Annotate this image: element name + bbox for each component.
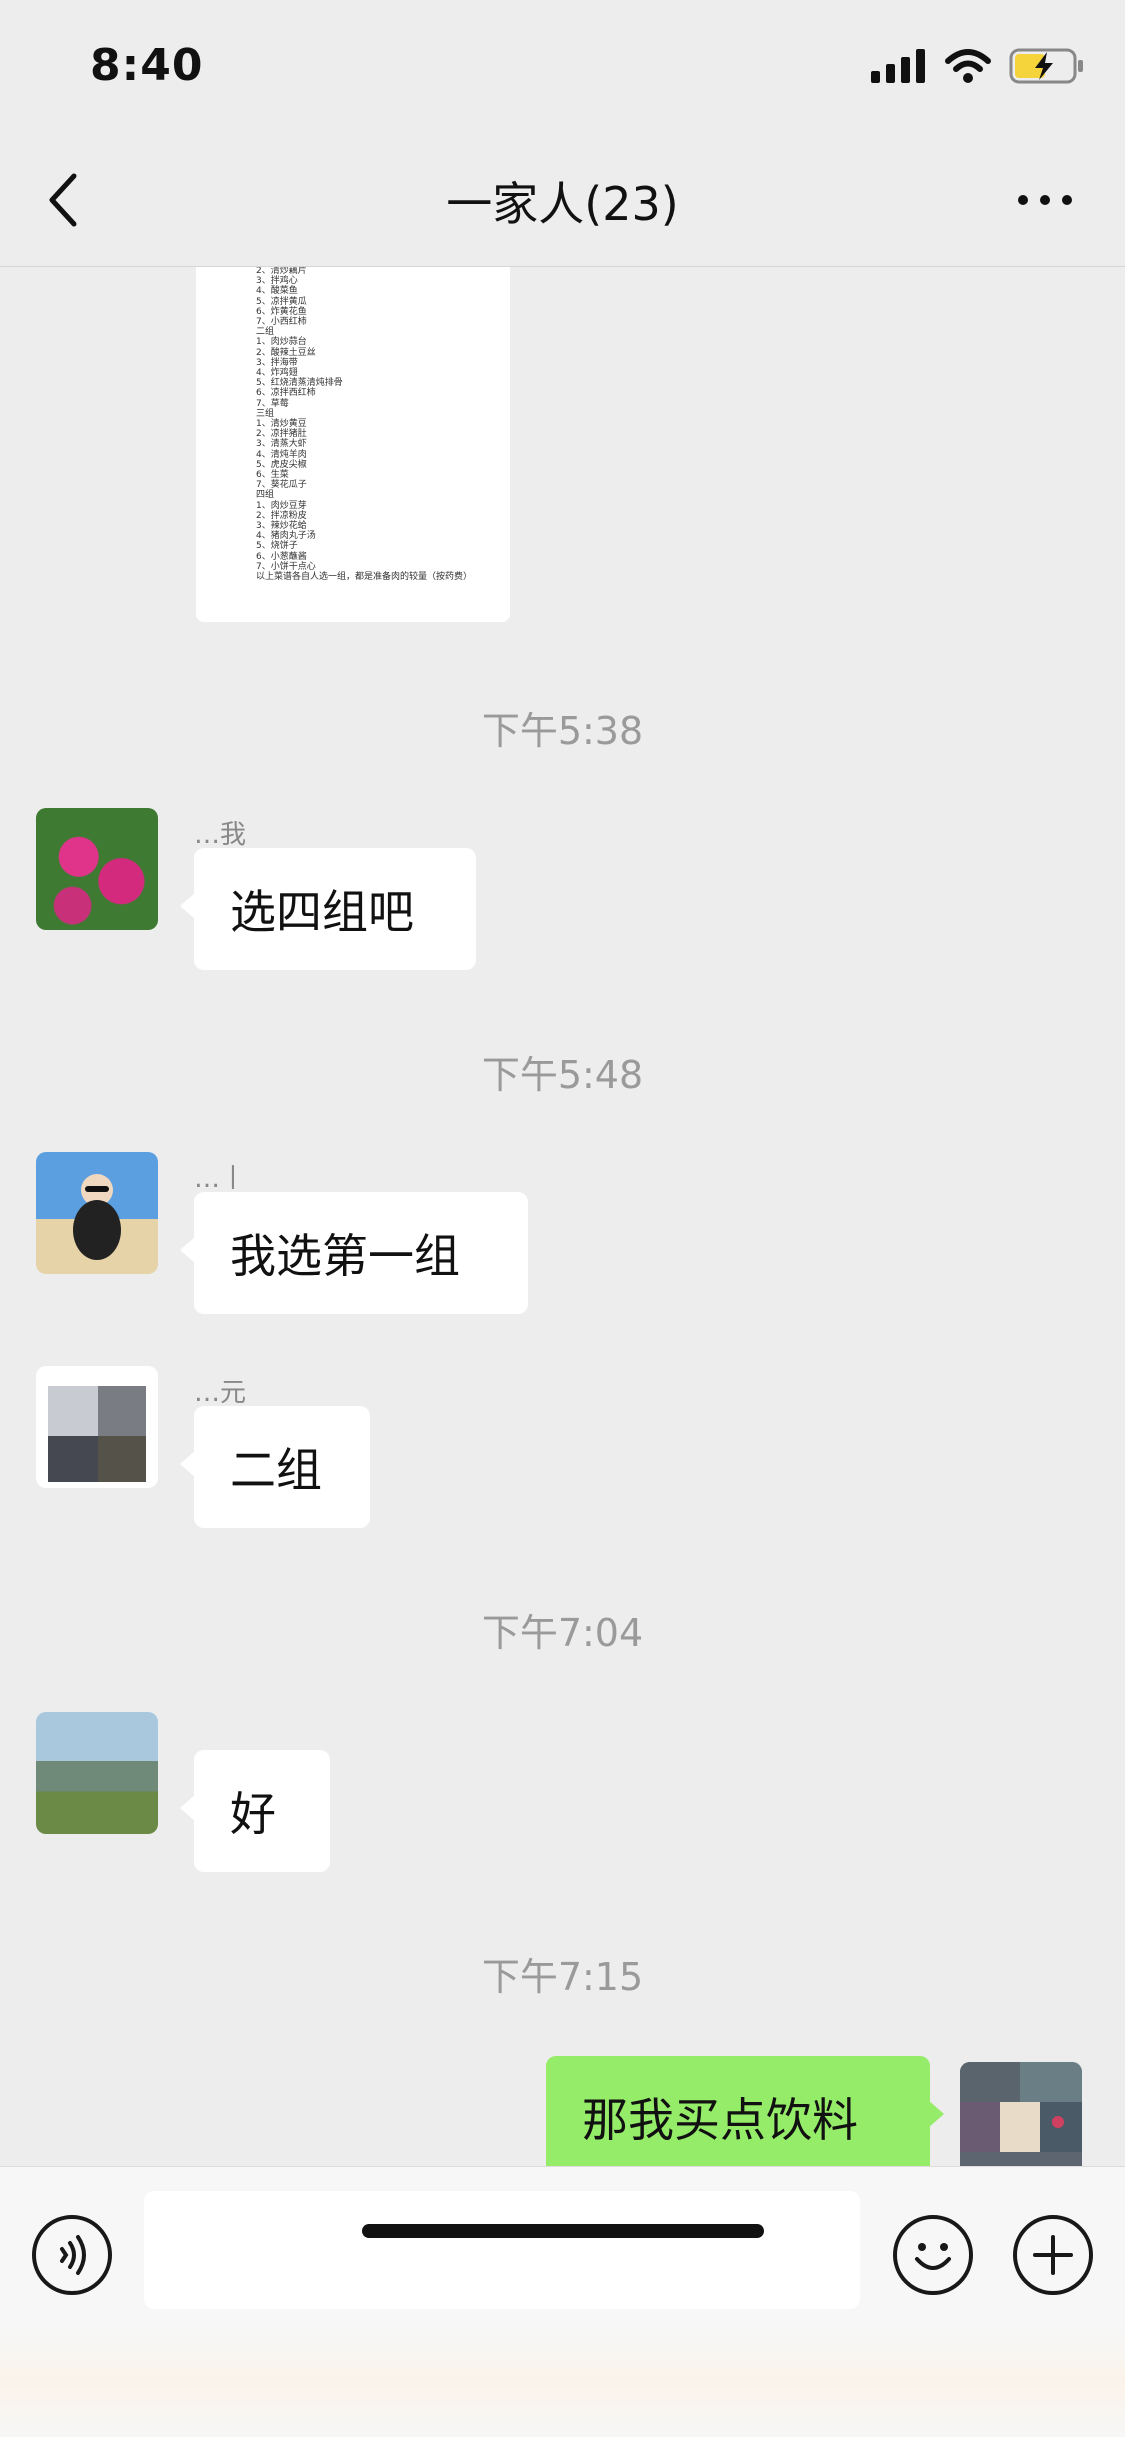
sender-name: …我	[194, 820, 247, 850]
chat-title: 一家人(23)	[446, 177, 679, 231]
avatar-figure	[73, 1174, 121, 1260]
document-text: 2、清炒藕片 3、拌鸡心 4、酸菜鱼 5、凉拌黄瓜 6、炸黄花鱼 7、小西红柿 二组 1…	[256, 266, 473, 583]
my-message-bubble[interactable]: 那我买点饮料	[546, 2056, 944, 2166]
signal-icon	[871, 49, 925, 83]
timestamp: 下午5:48	[481, 1053, 644, 1097]
sender-name: …元	[194, 1378, 247, 1408]
timestamp: 下午5:38	[481, 709, 644, 753]
battery-charging-icon	[1009, 48, 1083, 84]
avatar[interactable]	[36, 1152, 158, 1274]
status-time: 8:40	[90, 40, 204, 91]
emoji-icon	[915, 2243, 951, 2270]
avatar-mosaic	[960, 2062, 1082, 2152]
avatar[interactable]	[36, 1712, 158, 1834]
avatar[interactable]	[36, 808, 158, 930]
more-button[interactable]	[1015, 180, 1075, 220]
document-image-message[interactable]: 2、清炒藕片 3、拌鸡心 4、酸菜鱼 5、凉拌黄瓜 6、炸黄花鱼 7、小西红柿 二组 1…	[196, 266, 510, 622]
status-icons	[871, 48, 1085, 84]
plus-icon	[1033, 2235, 1073, 2275]
message-list[interactable]: 2、清炒藕片 3、拌鸡心 4、酸菜鱼 5、凉拌黄瓜 6、炸黄花鱼 7、小西红柿 二组 1…	[0, 266, 1125, 2166]
avatar-mosaic	[48, 1386, 146, 1482]
home-indicator[interactable]	[362, 2224, 764, 2238]
my-avatar[interactable]	[960, 2062, 1082, 2166]
voice-button[interactable]	[32, 2215, 112, 2295]
emoji-button[interactable]	[893, 2215, 973, 2295]
message-bubble[interactable]: 我选第一组	[180, 1192, 528, 1314]
message-input[interactable]	[144, 2191, 860, 2309]
input-bar	[0, 2166, 1125, 2437]
message-bubble[interactable]: 二组	[180, 1406, 370, 1528]
message-bubble[interactable]: 选四组吧	[180, 848, 476, 970]
more-functions-button[interactable]	[1013, 2215, 1093, 2295]
status-bar: 8:40	[0, 0, 1125, 132]
timestamp: 下午7:04	[481, 1611, 644, 1655]
timestamp: 下午7:15	[481, 1955, 644, 1999]
voice-icon	[60, 2235, 86, 2275]
avatar[interactable]	[36, 1366, 158, 1488]
more-dots-icon	[1018, 195, 1072, 205]
message-bubble[interactable]: 好	[180, 1750, 330, 1872]
nav-bar: 一家人(23)	[0, 132, 1125, 267]
sender-name: …丨	[194, 1164, 247, 1194]
wifi-icon	[945, 49, 991, 83]
